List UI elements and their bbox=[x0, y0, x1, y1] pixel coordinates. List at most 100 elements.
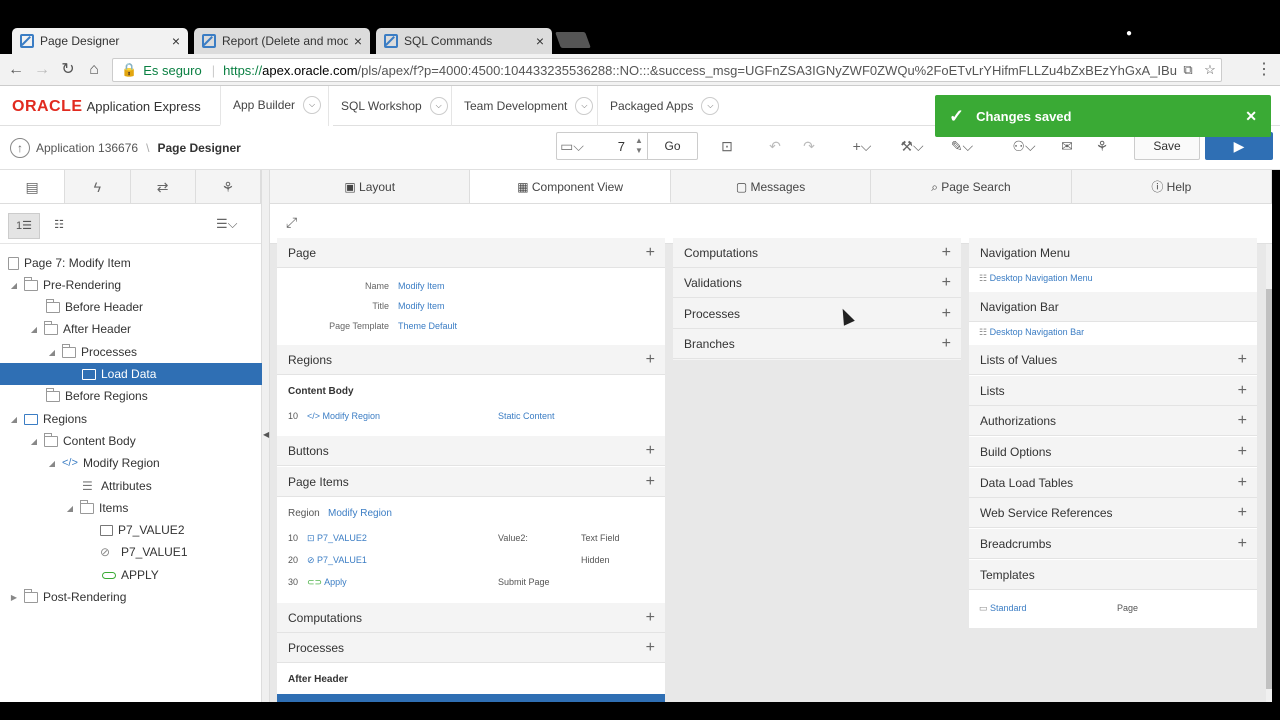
tab-rendering-icon[interactable]: ▤ bbox=[0, 170, 66, 203]
tree-menu-icon[interactable]: ☰⌵ bbox=[216, 216, 238, 232]
tree-node-modify-region[interactable]: ◢ </> Modify Region bbox=[0, 452, 262, 474]
section-templates[interactable]: Templates bbox=[969, 560, 1257, 590]
plus-icon[interactable]: + bbox=[942, 268, 951, 298]
prop-value[interactable]: Modify Item bbox=[398, 301, 445, 311]
item-link-p7-value1[interactable]: ⊘ P7_VALUE1 bbox=[307, 555, 367, 566]
menu-dots-icon[interactable]: ⋮ bbox=[1254, 60, 1274, 80]
page-spinner[interactable]: ▲ ▼ bbox=[631, 136, 647, 156]
section-buttons[interactable]: Buttons + bbox=[277, 436, 665, 466]
collapse-toggle-icon[interactable]: ◢ bbox=[64, 504, 76, 513]
tree-node-p7-value2[interactable]: P7_VALUE2 bbox=[0, 519, 262, 541]
comments-icon[interactable]: ✉ bbox=[1053, 138, 1081, 155]
section-validations[interactable]: Validations + bbox=[673, 268, 961, 298]
nav-sql-workshop[interactable]: SQL Workshop ⌵ bbox=[328, 86, 460, 126]
chevron-down-icon[interactable]: ⌵ bbox=[575, 97, 594, 115]
browser-tab-report[interactable]: Report (Delete and modi × bbox=[194, 28, 370, 54]
tab-dynamic-actions-icon[interactable]: ϟ bbox=[65, 170, 131, 203]
plus-icon[interactable]: + bbox=[1238, 345, 1247, 375]
plus-icon[interactable]: + bbox=[646, 603, 655, 633]
browser-tab-page-designer[interactable]: Page Designer × bbox=[12, 28, 188, 54]
section-page-items[interactable]: Page Items + bbox=[277, 467, 665, 497]
section-computations[interactable]: Computations + bbox=[277, 603, 665, 633]
expand-icon[interactable]: ⤢ bbox=[286, 214, 297, 231]
nav-app-builder[interactable]: App Builder ⌵ bbox=[220, 86, 334, 126]
breadcrumb-application[interactable]: Application 136676 bbox=[36, 141, 138, 155]
plus-icon[interactable]: + bbox=[646, 633, 655, 663]
tree-node-p7-value1[interactable]: ⊘ P7_VALUE1 bbox=[0, 541, 262, 563]
close-icon[interactable]: ✕ bbox=[1245, 108, 1257, 125]
section-page[interactable]: Page + bbox=[277, 238, 665, 268]
tree-node-regions[interactable]: ◢ Regions bbox=[0, 408, 262, 430]
forward-icon[interactable]: → bbox=[32, 60, 52, 80]
section-regions[interactable]: Regions + bbox=[277, 345, 665, 375]
region-type[interactable]: Static Content bbox=[498, 411, 555, 421]
tree-node-apply[interactable]: APPLY bbox=[0, 564, 262, 586]
section-navigation-bar[interactable]: Navigation Bar bbox=[969, 292, 1257, 322]
profile-icon[interactable]: ● bbox=[1126, 28, 1132, 39]
section-breadcrumbs[interactable]: Breadcrumbs + bbox=[969, 529, 1257, 559]
plus-icon[interactable]: + bbox=[1238, 468, 1247, 498]
create-menu-icon[interactable]: +⌵ bbox=[848, 138, 876, 155]
undo-icon[interactable]: ↶ bbox=[761, 138, 789, 155]
collapse-toggle-icon[interactable]: ◢ bbox=[8, 415, 20, 424]
plus-icon[interactable]: + bbox=[1238, 376, 1247, 406]
lock-page-icon[interactable]: ⊡ bbox=[713, 138, 741, 155]
tree-node-items[interactable]: ◢ Items bbox=[0, 497, 262, 519]
up-arrow-icon[interactable]: ↑ bbox=[10, 138, 30, 158]
section-computations[interactable]: Computations + bbox=[673, 238, 961, 268]
tree-node-before-header[interactable]: Before Header bbox=[0, 296, 262, 318]
region-link[interactable]: </> Modify Region bbox=[307, 411, 380, 421]
tab-component-view[interactable]: ▦ Component View bbox=[470, 170, 671, 203]
plus-icon[interactable]: + bbox=[646, 345, 655, 375]
expand-toggle-icon[interactable]: ▶ bbox=[8, 593, 20, 602]
collapse-toggle-icon[interactable]: ◢ bbox=[28, 437, 40, 446]
tree-node-post-rendering[interactable]: ▶ Post-Rendering bbox=[0, 586, 262, 608]
section-web-service-references[interactable]: Web Service References + bbox=[969, 498, 1257, 528]
nav-team-development[interactable]: Team Development ⌵ bbox=[451, 86, 605, 126]
close-tab-icon[interactable]: × bbox=[172, 33, 180, 49]
plus-icon[interactable]: + bbox=[646, 467, 655, 497]
translate-icon[interactable]: ⧉ bbox=[1177, 62, 1199, 78]
chevron-down-icon[interactable]: ⌵ bbox=[429, 97, 448, 115]
section-authorizations[interactable]: Authorizations + bbox=[969, 406, 1257, 436]
nav-bar-link[interactable]: ☷ Desktop Navigation Bar bbox=[979, 327, 1084, 338]
collapse-toggle-icon[interactable]: ◢ bbox=[28, 325, 40, 334]
tree-node-pre-rendering[interactable]: ◢ Pre-Rendering bbox=[0, 274, 262, 296]
tab-shared-components-icon[interactable]: ⚘ bbox=[196, 170, 261, 203]
prop-value[interactable]: Theme Default bbox=[398, 321, 457, 331]
plus-icon[interactable]: + bbox=[1238, 498, 1247, 528]
nav-packaged-apps[interactable]: Packaged Apps ⌵ bbox=[597, 86, 731, 126]
collapse-toggle-icon[interactable]: ◢ bbox=[8, 281, 20, 290]
tree-node-processes[interactable]: ◢ Processes bbox=[0, 341, 262, 363]
section-navigation-menu[interactable]: Navigation Menu bbox=[969, 238, 1257, 268]
tab-messages[interactable]: ▢ Messages bbox=[671, 170, 872, 203]
tab-page-search[interactable]: ⌕ Page Search bbox=[871, 170, 1072, 203]
tree-node-attributes[interactable]: ☰ Attributes bbox=[0, 475, 262, 497]
selected-process-row[interactable] bbox=[277, 694, 665, 702]
page-icon[interactable]: ▭⌵ bbox=[557, 138, 587, 155]
collapse-toggle-icon[interactable]: ◢ bbox=[46, 459, 58, 468]
scrollbar-thumb[interactable] bbox=[1266, 289, 1272, 689]
browser-tab-sql-commands[interactable]: SQL Commands × bbox=[376, 28, 552, 54]
group-by-processing-order-icon[interactable]: ☷ bbox=[48, 213, 70, 239]
tree-node-content-body[interactable]: ◢ Content Body bbox=[0, 430, 262, 452]
region-link[interactable]: Modify Region bbox=[328, 508, 392, 519]
plus-icon[interactable]: + bbox=[1238, 437, 1247, 467]
tree-node-before-regions[interactable]: Before Regions bbox=[0, 385, 262, 407]
reload-icon[interactable]: ↻ bbox=[58, 60, 78, 80]
bookmark-star-icon[interactable]: ☆ bbox=[1199, 62, 1221, 78]
collapse-toggle-icon[interactable]: ◢ bbox=[46, 348, 58, 357]
tools-icon[interactable]: ✎⌵ bbox=[948, 138, 976, 155]
plus-icon[interactable]: + bbox=[646, 238, 655, 268]
plus-icon[interactable]: + bbox=[942, 329, 951, 359]
page-selector[interactable]: ▭⌵ 7 ▲ ▼ Go bbox=[556, 132, 698, 160]
plus-icon[interactable]: + bbox=[942, 299, 951, 329]
tab-help[interactable]: ⓘ Help bbox=[1072, 170, 1273, 203]
section-lists-of-values[interactable]: Lists of Values + bbox=[969, 345, 1257, 375]
chevron-down-icon[interactable]: ⌵ bbox=[303, 96, 322, 114]
close-tab-icon[interactable]: × bbox=[354, 33, 362, 49]
go-button[interactable]: Go bbox=[647, 133, 697, 159]
item-link-p7-value2[interactable]: ⊡ P7_VALUE2 bbox=[307, 533, 367, 544]
section-processes[interactable]: Processes + bbox=[277, 633, 665, 663]
tree-node-page[interactable]: Page 7: Modify Item bbox=[0, 252, 262, 274]
